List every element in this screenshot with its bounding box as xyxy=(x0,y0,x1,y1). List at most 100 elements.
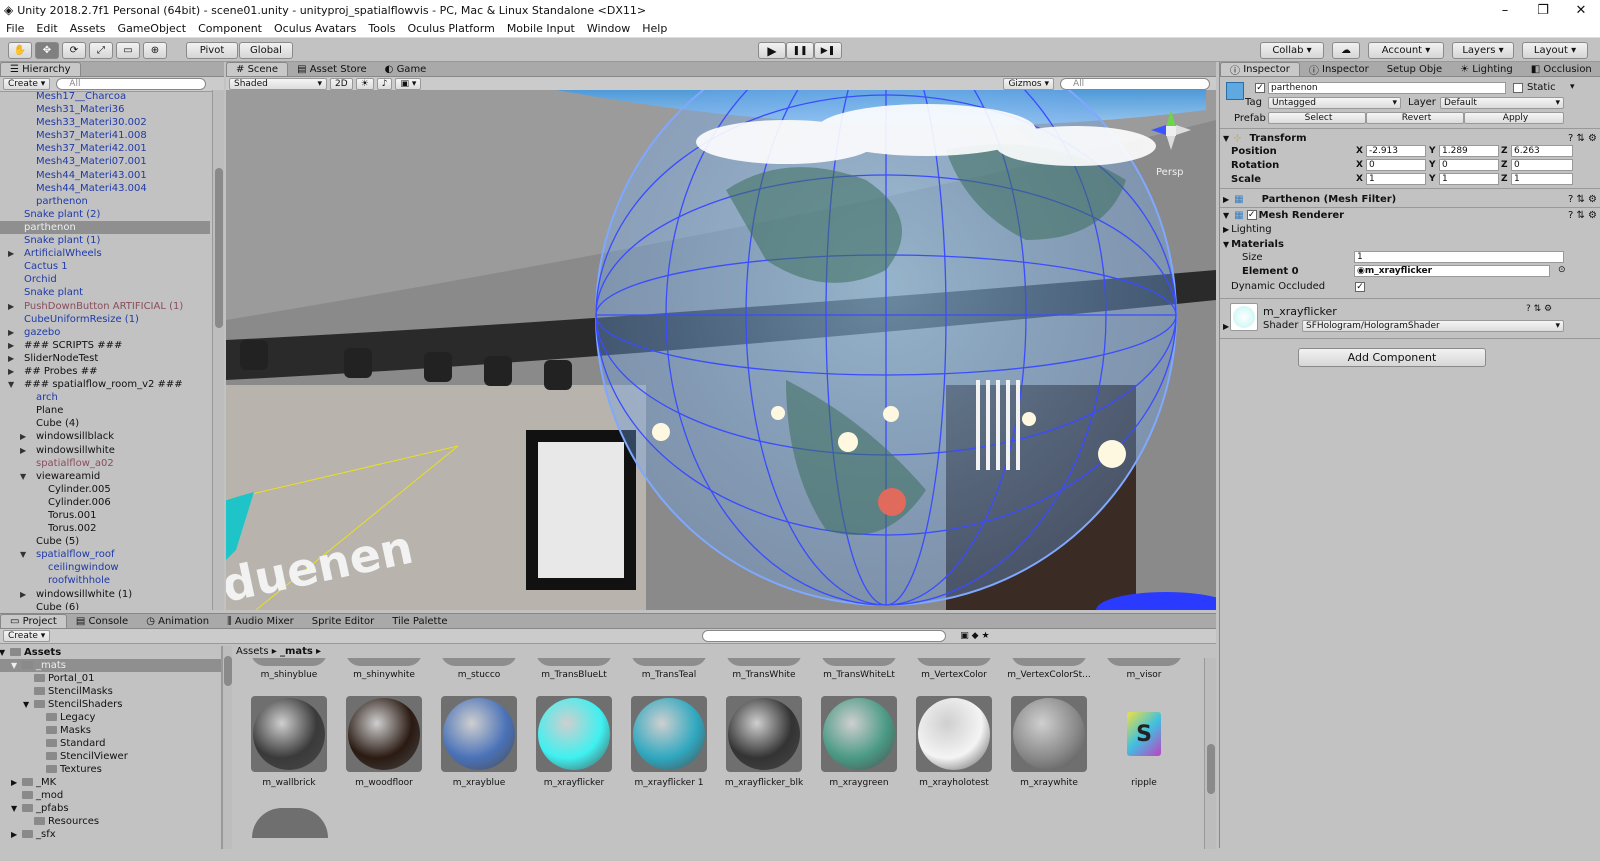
menu-oculus-platform[interactable]: Oculus Platform xyxy=(401,22,500,35)
material-asset[interactable]: m_xrayflicker xyxy=(531,696,617,788)
rotation-y-field[interactable]: 0 xyxy=(1439,159,1499,171)
folder-tree-scrollbar[interactable] xyxy=(222,646,232,849)
collapse-arrow-icon[interactable]: ▶ xyxy=(1223,322,1229,331)
filter-icons[interactable]: ▣ ◆ ★ xyxy=(960,631,989,641)
step-button[interactable]: ▶❚ xyxy=(814,42,842,59)
hierarchy-item[interactable]: Mesh33_Materi30.002 xyxy=(0,116,210,129)
expand-arrow-icon[interactable]: ▼ xyxy=(20,470,26,483)
material-asset[interactable]: m_woodfloor xyxy=(341,696,427,788)
material-asset[interactable]: m_VertexColor xyxy=(911,658,997,680)
hierarchy-item[interactable]: Mesh31_Materi36 xyxy=(0,103,210,116)
position-y-field[interactable]: 1.289 xyxy=(1439,145,1499,157)
tag-dropdown[interactable]: Untagged ▾ xyxy=(1268,97,1401,109)
maximize-button[interactable]: ❐ xyxy=(1524,3,1562,18)
tab-inspector[interactable]: ⓘ Inspector xyxy=(1220,62,1300,77)
hierarchy-item[interactable]: Cube (5) xyxy=(0,535,210,548)
collapse-arrow-icon[interactable]: ▶ xyxy=(20,430,26,443)
menu-mobile-input[interactable]: Mobile Input xyxy=(501,22,581,35)
hierarchy-item[interactable]: ▶ ### SCRIPTS ### xyxy=(0,339,210,352)
effects-toggle-icon[interactable]: ▣ ▾ xyxy=(395,78,422,90)
rotate-tool-icon[interactable]: ⟳ xyxy=(62,42,86,59)
hierarchy-item[interactable]: ▶ PushDownButton ARTIFICIAL (1) xyxy=(0,300,210,313)
material-asset[interactable]: m_xraygreen xyxy=(816,696,902,788)
material-thumbnail[interactable] xyxy=(252,808,328,838)
dynamic-occluded-checkbox[interactable]: ✓ xyxy=(1355,282,1365,292)
static-dropdown-icon[interactable]: ▾ xyxy=(1570,82,1575,92)
static-checkbox[interactable] xyxy=(1513,83,1523,93)
project-create-dropdown[interactable]: Create ▾ xyxy=(3,630,51,642)
add-component-button[interactable]: Add Component xyxy=(1298,348,1486,367)
folder-tree-item[interactable]: Legacy xyxy=(0,711,221,724)
scrollbar-thumb[interactable] xyxy=(215,168,223,328)
menu-help[interactable]: Help xyxy=(636,22,673,35)
transform-header[interactable]: ▼ ⊹ Transform ? ⇅ ⚙ xyxy=(1220,131,1600,145)
material-asset[interactable]: m_visor xyxy=(1101,658,1187,680)
tab-audio-mixer[interactable]: ⫼ Audio Mixer xyxy=(218,614,303,628)
material-asset[interactable]: Sripple xyxy=(1101,696,1187,788)
material-asset[interactable]: m_TransWhite xyxy=(721,658,807,680)
mesh-renderer-header[interactable]: ▼ ▦ ✓ Mesh Renderer ? ⇅ ⚙ xyxy=(1220,208,1600,222)
collab-dropdown[interactable]: Collab ▾ xyxy=(1260,42,1324,59)
expand-arrow-icon[interactable]: ▼ xyxy=(11,659,17,672)
hierarchy-scrollbar[interactable] xyxy=(212,90,224,610)
scene-search-input[interactable]: All xyxy=(1060,78,1210,90)
rect-tool-icon[interactable]: ▭ xyxy=(116,42,140,59)
material-asset[interactable]: m_xrayflicker 1 xyxy=(626,696,712,788)
collapse-arrow-icon[interactable]: ▶ xyxy=(8,326,14,339)
material-asset[interactable]: m_shinyblue xyxy=(246,658,332,680)
menu-gameobject[interactable]: GameObject xyxy=(112,22,193,35)
component-menu-gear-icon[interactable]: ? ⇅ ⚙ xyxy=(1568,210,1600,221)
transform-tool-icon[interactable]: ⊕ xyxy=(143,42,167,59)
hierarchy-item[interactable]: ▶ ## Probes ## xyxy=(0,365,210,378)
hierarchy-item[interactable]: ▶ ArtificialWheels xyxy=(0,247,210,260)
materials-foldout[interactable]: ▼ Materials xyxy=(1220,237,1600,251)
folder-tree-item[interactable]: Resources xyxy=(0,815,221,828)
scene-viewport[interactable]: duenen Persp xyxy=(226,90,1216,610)
folder-tree-item[interactable]: Textures xyxy=(0,763,221,776)
hierarchy-item[interactable]: parthenon xyxy=(0,220,210,235)
scale-x-field[interactable]: 1 xyxy=(1366,173,1426,185)
layers-dropdown[interactable]: Layers ▾ xyxy=(1452,42,1514,59)
hierarchy-item[interactable]: Mesh37_Materi42.001 xyxy=(0,142,210,155)
collapse-arrow-icon[interactable]: ▶ xyxy=(8,339,14,352)
collapse-arrow-icon[interactable]: ▶ xyxy=(11,776,17,789)
hierarchy-item[interactable]: ▼ ### spatialflow_room_v2 ### xyxy=(0,378,210,391)
hierarchy-item[interactable]: Cylinder.006 xyxy=(0,496,210,509)
rotation-z-field[interactable]: 0 xyxy=(1511,159,1573,171)
material-asset[interactable]: m_shinywhite xyxy=(341,658,427,680)
tab-hierarchy[interactable]: ☰ Hierarchy xyxy=(0,62,81,76)
tab-sprite-editor[interactable]: Sprite Editor xyxy=(303,614,383,628)
menu-oculus-avatars[interactable]: Oculus Avatars xyxy=(268,22,362,35)
scale-z-field[interactable]: 1 xyxy=(1511,173,1573,185)
lighting-foldout[interactable]: ▶ Lighting xyxy=(1220,222,1600,236)
folder-tree-item[interactable]: StencilViewer xyxy=(0,750,221,763)
global-toggle[interactable]: Global xyxy=(239,42,293,59)
gizmos-dropdown[interactable]: Gizmos ▾ xyxy=(1003,78,1054,90)
folder-tree-item[interactable]: ▼ _mats xyxy=(0,659,221,672)
collapse-arrow-icon[interactable]: ▶ xyxy=(8,247,14,260)
collapse-arrow-icon[interactable]: ▶ xyxy=(20,588,26,601)
hierarchy-item[interactable]: Snake plant xyxy=(0,286,210,299)
position-x-field[interactable]: -2.913 xyxy=(1366,145,1426,157)
tab-occlusion[interactable]: ◧ Occlusion xyxy=(1522,62,1600,76)
project-search-input[interactable] xyxy=(702,630,947,642)
hierarchy-item[interactable]: ▶ windowsillwhite (1) xyxy=(0,588,210,601)
hand-tool-icon[interactable]: ✋ xyxy=(8,42,32,59)
expand-arrow-icon[interactable]: ▼ xyxy=(8,378,14,391)
hierarchy-item[interactable]: Snake plant (1) xyxy=(0,234,210,247)
persp-label[interactable]: Persp xyxy=(1156,167,1184,178)
hierarchy-search-input[interactable]: All xyxy=(56,78,207,90)
hierarchy-item[interactable]: ▶ windowsillblack xyxy=(0,430,210,443)
collapse-arrow-icon[interactable]: ▶ xyxy=(8,365,14,378)
component-menu-gear-icon[interactable]: ? ⇅ ⚙ xyxy=(1568,194,1600,205)
folder-tree-item[interactable]: ▶ _sfx xyxy=(0,828,221,841)
hierarchy-item[interactable]: ▼ spatialflow_roof xyxy=(0,548,210,561)
material-asset[interactable]: m_xrayholotest xyxy=(911,696,997,788)
asset-grid-scrollbar[interactable] xyxy=(1204,658,1216,849)
hierarchy-item[interactable]: ▶ SliderNodeTest xyxy=(0,352,210,365)
minimize-button[interactable]: – xyxy=(1486,3,1524,18)
object-picker-icon[interactable]: ⊙ xyxy=(1558,265,1566,275)
breadcrumb-mats[interactable]: _mats xyxy=(280,646,313,657)
prefab-revert-button[interactable]: Revert xyxy=(1366,112,1464,124)
menu-file[interactable]: File xyxy=(0,22,30,35)
